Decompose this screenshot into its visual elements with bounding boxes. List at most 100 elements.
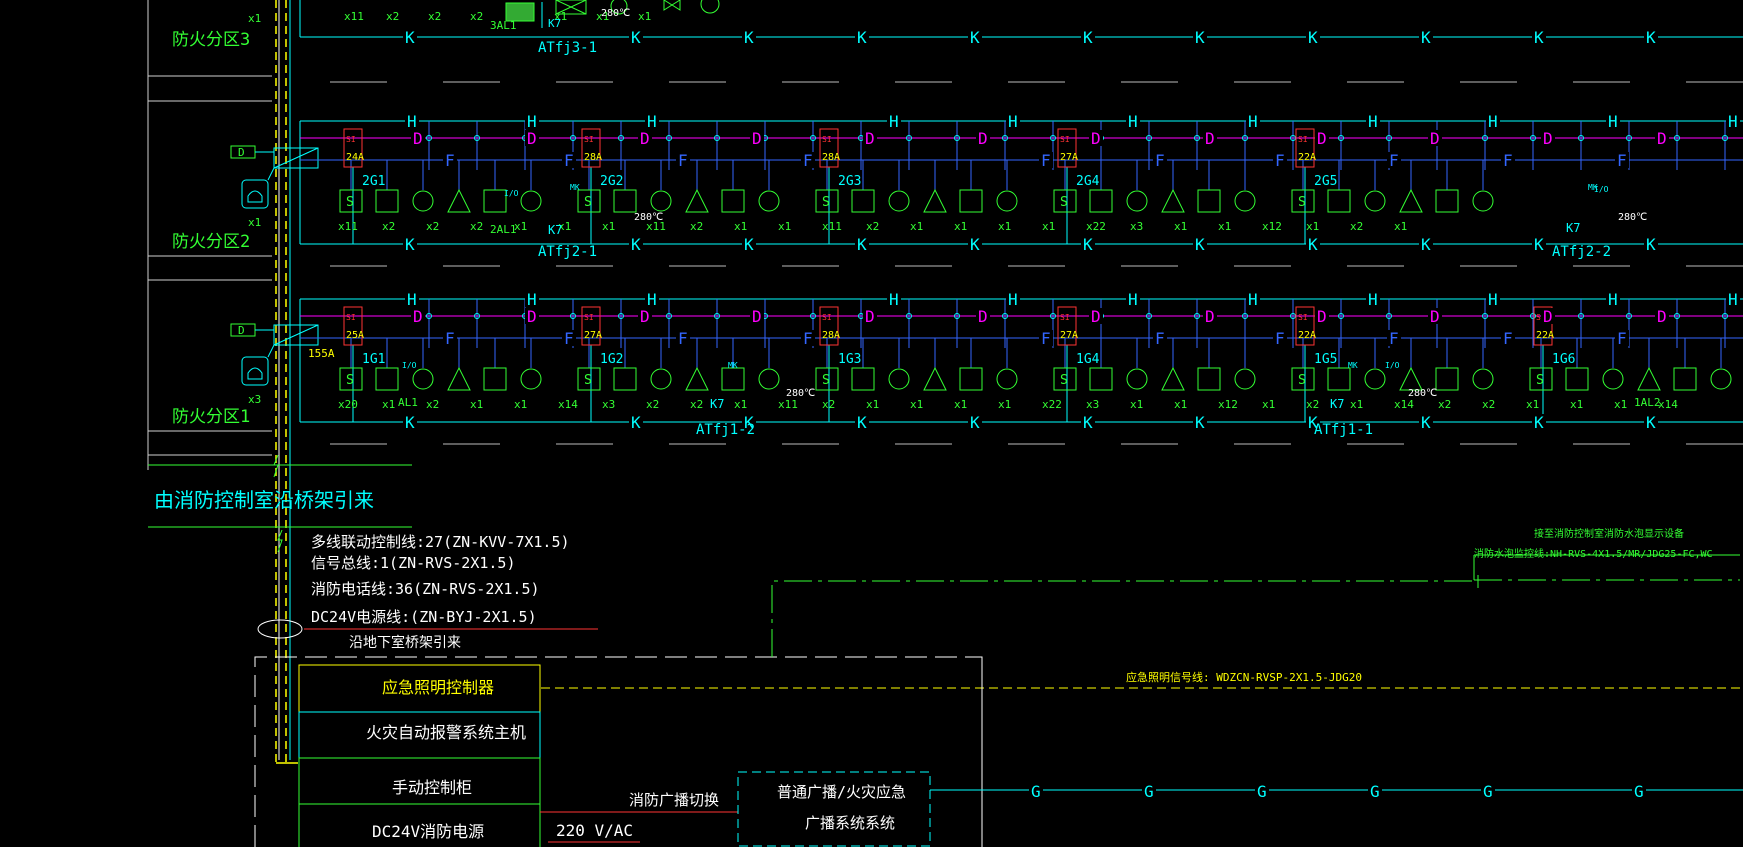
count-label: x1 — [734, 220, 747, 233]
count-label: x1 — [998, 398, 1011, 411]
breaker-si-label: SI — [1298, 135, 1308, 144]
bus-letter-f: F — [803, 151, 813, 170]
group-current-label: 22A — [1298, 330, 1316, 341]
bus-letter-h: H — [1608, 290, 1618, 309]
count-label: x1 — [910, 220, 923, 233]
device-symbol — [923, 366, 947, 391]
count-label: x1 — [1306, 220, 1319, 233]
count-label: x2 — [382, 220, 395, 233]
bus-letter-k: K — [857, 28, 867, 47]
count-label: x1 — [1174, 220, 1187, 233]
bus-letter-h: H — [1008, 112, 1018, 131]
device-symbol — [888, 368, 910, 390]
group-id-label: 2G5 — [1314, 174, 1337, 189]
bus-letter-d: D — [1091, 307, 1101, 326]
k7-label: K7 — [548, 17, 561, 30]
group-id-label: 2G3 — [838, 174, 861, 189]
cabinet-manual-control: 手动控制柜 — [392, 778, 472, 797]
bus-letter-k: K — [970, 413, 980, 432]
k7-label: K7 — [548, 223, 562, 237]
device-s-label: S — [346, 195, 354, 210]
count-label: x2 — [1350, 220, 1363, 233]
device-symbol — [721, 189, 745, 213]
bus-letter-k: K — [1421, 28, 1431, 47]
bus-letter-d: D — [752, 307, 762, 326]
k7-label: K7 — [710, 397, 724, 411]
device-symbol — [851, 189, 875, 213]
breaker-si-label: SI — [1298, 313, 1308, 322]
box-label: ATfj1-2 — [696, 422, 755, 438]
bus-letter-d: D — [752, 129, 762, 148]
bus-letter-k: K — [1195, 28, 1205, 47]
bus-letter-f: F — [564, 329, 574, 348]
count-label: x1 — [1394, 220, 1407, 233]
device-symbol — [1327, 189, 1351, 213]
breaker-si-label: SI — [584, 135, 594, 144]
group-id-label: 1G1 — [362, 352, 385, 367]
count-label: x1 — [1570, 398, 1583, 411]
bus-letter-k: K — [857, 413, 867, 432]
group-current-label: 27A — [1060, 330, 1078, 341]
count-label: x2 — [690, 398, 703, 411]
bus-letter-g: G — [1483, 782, 1493, 801]
panel-label: 1AL2 — [1634, 396, 1661, 409]
bus-letter-d: D — [1543, 307, 1553, 326]
device-symbol — [1161, 366, 1185, 391]
bus-letter-k: K — [631, 28, 641, 47]
device-symbol — [1126, 368, 1148, 390]
device-symbol — [721, 367, 745, 391]
bus-letter-k: K — [1646, 413, 1656, 432]
count-label: x2 — [470, 220, 483, 233]
count-label: x11 — [344, 10, 364, 23]
count-label: x1 — [514, 398, 527, 411]
device-s-label: S — [1298, 195, 1306, 210]
count-label: x2 — [470, 10, 483, 23]
count-label: x2 — [426, 398, 439, 411]
cabinet-alarm-host: 火灾自动报警系统主机 — [366, 723, 526, 742]
panel-label: AL1 — [398, 396, 418, 409]
bus-letter-k: K — [1083, 28, 1093, 47]
count-label: x2 — [1438, 398, 1451, 411]
count-label: x2 — [1306, 398, 1319, 411]
bus-letter-d: D — [865, 129, 875, 148]
bus-letter-k: K — [631, 413, 641, 432]
device-symbol — [1089, 367, 1113, 391]
breaker-si-label: SI — [822, 313, 832, 322]
device-symbol — [1602, 368, 1624, 390]
count-label: x3 — [1130, 220, 1143, 233]
device-symbol — [1399, 188, 1423, 213]
device-symbol — [1364, 190, 1386, 212]
mk-label: MK — [728, 361, 738, 370]
device-symbol — [959, 189, 983, 213]
temp-label: 280℃ — [1618, 212, 1647, 223]
count-label: x1 — [1174, 398, 1187, 411]
bus-letter-k: K — [1646, 235, 1656, 254]
mk-label: MK — [1588, 183, 1598, 192]
bus-letter-g: G — [1370, 782, 1380, 801]
bus-letter-h: H — [889, 112, 899, 131]
count-label: x14 — [558, 398, 578, 411]
count-label: x14 — [1658, 398, 1678, 411]
device-s-label: S — [1060, 195, 1068, 210]
count-label: x1 — [382, 398, 395, 411]
bus-letter-d: D — [1317, 129, 1327, 148]
count-label: x1 — [470, 398, 483, 411]
bus-letter-f: F — [1503, 151, 1513, 170]
breaker-si-label: SI — [584, 313, 594, 322]
bus-letter-f: F — [1041, 329, 1051, 348]
bus-letter-k: K — [1083, 413, 1093, 432]
bus-letter-k: K — [405, 28, 415, 47]
bus-letter-d: D — [1657, 129, 1667, 148]
device-symbol — [685, 366, 709, 391]
device-symbol — [375, 189, 399, 213]
device-symbol — [520, 368, 542, 390]
mk-label: MK — [1348, 361, 1358, 370]
bus-letter-f: F — [445, 151, 455, 170]
broadcast-g-labels: GGGGGG — [1029, 781, 1646, 801]
bus-letter-k: K — [1534, 28, 1544, 47]
bus-letter-k: K — [1421, 235, 1431, 254]
bus-letter-k: K — [1083, 235, 1093, 254]
bus-letter-f: F — [1389, 329, 1399, 348]
bus-letter-g: G — [1144, 782, 1154, 801]
bus-letter-k: K — [744, 28, 754, 47]
